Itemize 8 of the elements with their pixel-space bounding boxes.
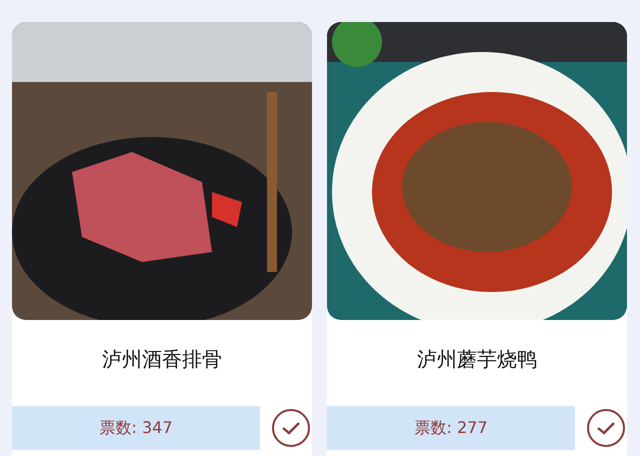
vote-button[interactable] [272, 409, 310, 447]
vote-count: 票数: 347 [12, 406, 260, 450]
vote-count: 票数: 277 [327, 406, 575, 450]
vote-button[interactable] [587, 409, 625, 447]
check-icon [596, 421, 616, 435]
dish-name: 泸州蘑芋烧鸭 [416, 346, 538, 373]
check-icon [281, 421, 301, 435]
dish-name: 泸州酒香排骨 [101, 346, 223, 373]
